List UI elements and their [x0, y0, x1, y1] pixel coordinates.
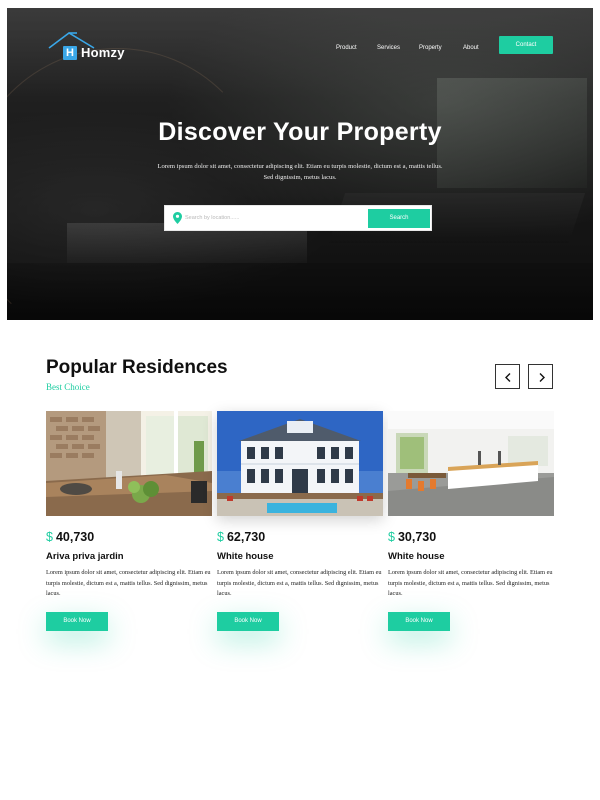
next-button[interactable]	[528, 364, 553, 389]
currency-symbol: $	[217, 530, 224, 544]
price-value: 40,730	[55, 530, 95, 544]
search-bar: Search	[164, 205, 432, 231]
chevron-left-icon	[505, 373, 511, 382]
hero-description: Lorem ipsum dolor sit amet, consectetur …	[157, 163, 443, 181]
contact-button[interactable]: Contact	[499, 36, 553, 54]
location-pin-icon	[173, 212, 182, 224]
residence-description: Lorem ipsum dolor sit amet, consectetur …	[217, 569, 382, 597]
kitchen-image	[388, 411, 554, 516]
nav-about[interactable]: About	[463, 45, 479, 51]
residence-photo[interactable]	[217, 411, 383, 516]
dining-room-image	[46, 411, 212, 516]
price: $62,730	[217, 530, 265, 544]
currency-symbol: $	[46, 530, 53, 544]
residence-card[interactable]: $30,730 White house Lorem ipsum dolor si…	[388, 411, 554, 651]
section-title: Popular Residences	[46, 357, 228, 378]
price-value: 30,730	[397, 530, 437, 544]
residence-card[interactable]: $62,730 White house Lorem ipsum dolor si…	[217, 411, 383, 651]
search-button[interactable]: Search	[368, 209, 430, 228]
price-value: 62,730	[226, 530, 266, 544]
residence-name: Ariva priva jardin	[46, 551, 124, 562]
residence-name: White house	[388, 551, 445, 562]
residence-description: Lorem ipsum dolor sit amet, consectetur …	[46, 569, 211, 597]
residence-photo[interactable]	[46, 411, 212, 516]
search-input[interactable]	[185, 210, 355, 226]
prev-button[interactable]	[495, 364, 520, 389]
section-subtitle: Best Choice	[46, 382, 90, 392]
chevron-right-icon	[539, 373, 545, 382]
white-house-image	[217, 411, 383, 516]
book-now-button[interactable]: Book Now	[388, 612, 450, 631]
nav-services[interactable]: Services	[377, 45, 400, 51]
residence-photo[interactable]	[388, 411, 554, 516]
book-now-button[interactable]: Book Now	[217, 612, 279, 631]
price: $40,730	[46, 530, 94, 544]
residence-description: Lorem ipsum dolor sit amet, consectetur …	[388, 569, 553, 597]
nav-product[interactable]: Product	[336, 45, 357, 51]
hero-section: H Homzy Product Services Property About …	[7, 8, 593, 320]
hero-title: Discover Your Property	[158, 118, 442, 146]
residence-card[interactable]: $40,730 Ariva priva jardin Lorem ipsum d…	[46, 411, 212, 651]
nav-property[interactable]: Property	[419, 45, 442, 51]
currency-symbol: $	[388, 530, 395, 544]
residence-name: White house	[217, 551, 274, 562]
book-now-button[interactable]: Book Now	[46, 612, 108, 631]
price: $30,730	[388, 530, 436, 544]
